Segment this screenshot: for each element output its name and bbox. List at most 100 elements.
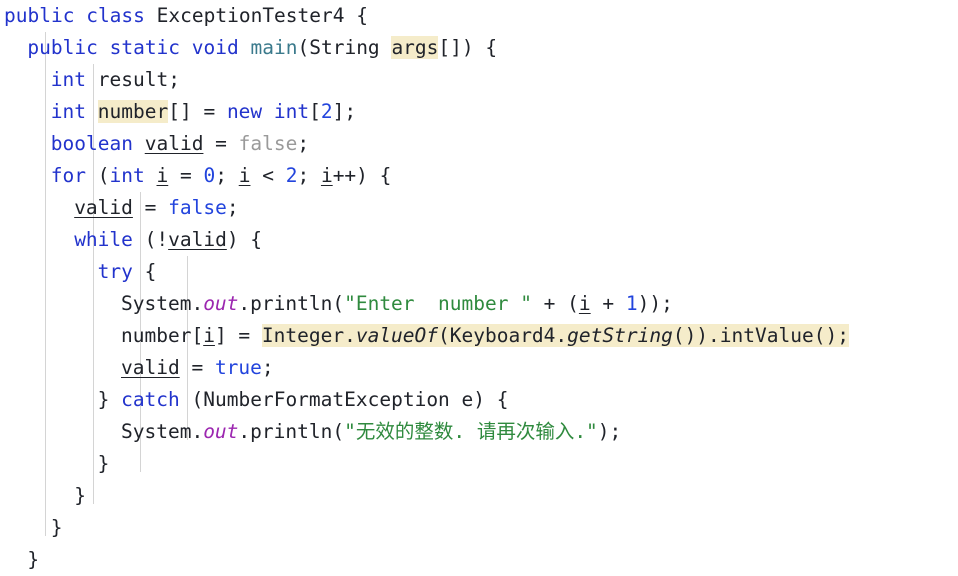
code-token: true: [214, 356, 262, 379]
code-token: for: [50, 164, 87, 187]
code-token: []) {: [438, 36, 498, 59]
code-token: String: [309, 36, 380, 59]
code-token: ) {: [226, 228, 263, 251]
code-line[interactable]: valid = true;: [0, 352, 958, 384]
code-token: new: [226, 100, 263, 123]
code-editor-surface[interactable]: public class ExceptionTester4 {public st…: [0, 0, 958, 571]
code-token: 1: [625, 292, 638, 315]
code-token: i: [320, 164, 333, 187]
code-token: while: [74, 228, 133, 251]
code-token: [] =: [168, 100, 227, 123]
code-lines[interactable]: public class ExceptionTester4 {public st…: [0, 0, 958, 576]
code-line[interactable]: while (!valid) {: [0, 224, 958, 256]
code-line[interactable]: }: [0, 544, 958, 576]
code-token: valid: [74, 196, 133, 219]
code-line[interactable]: }: [0, 512, 958, 544]
code-token: number[: [121, 324, 204, 347]
code-token: int: [109, 164, 145, 187]
code-token: }: [97, 452, 110, 475]
code-token: args: [391, 36, 439, 59]
code-token: int: [273, 100, 310, 123]
code-token: ;: [215, 164, 239, 187]
code-token: =: [132, 196, 169, 219]
code-token: valid: [121, 356, 180, 379]
code-token: i: [156, 164, 169, 187]
code-token: int: [50, 68, 87, 91]
code-token: }: [74, 484, 86, 507]
code-token: ] =: [214, 324, 262, 347]
code-token: boolean: [50, 132, 133, 155]
code-token: }: [50, 516, 63, 539]
code-token: getString: [567, 324, 673, 347]
code-line[interactable]: boolean valid = false;: [0, 128, 958, 160]
code-line[interactable]: try {: [0, 256, 958, 288]
code-token: valid: [144, 132, 204, 155]
code-token: result;: [86, 68, 180, 91]
code-line[interactable]: number[i] = Integer.valueOf(Keyboard4.ge…: [0, 320, 958, 352]
code-token: System.: [121, 292, 204, 315]
code-line[interactable]: public class ExceptionTester4 {: [0, 0, 958, 32]
code-token: ;: [261, 356, 274, 379]
code-token: ;: [297, 132, 310, 155]
code-token: <: [250, 164, 286, 187]
code-token: ];: [332, 100, 357, 123]
code-token: Integer.: [261, 324, 356, 347]
code-token: .println(: [238, 420, 345, 443]
code-token: "Enter number ": [344, 292, 532, 315]
code-token: class: [86, 4, 145, 27]
code-token: i: [578, 292, 591, 315]
code-token: valueOf: [355, 324, 439, 347]
code-line[interactable]: }: [0, 448, 958, 480]
code-token: (: [297, 36, 310, 59]
code-line[interactable]: System.out.println("Enter number " + (i …: [0, 288, 958, 320]
code-token: System.: [121, 420, 204, 443]
code-token: int: [50, 100, 87, 123]
code-line[interactable]: System.out.println("无效的整数. 请再次输入.");: [0, 416, 958, 448]
code-token: }: [97, 388, 122, 411]
code-token: =: [168, 164, 204, 187]
code-token: out: [203, 292, 239, 315]
code-token: ;: [297, 164, 321, 187]
code-line[interactable]: for (int i = 0; i < 2; i++) {: [0, 160, 958, 192]
code-token: ++) {: [332, 164, 392, 187]
code-token: =: [179, 356, 215, 379]
code-token: ;: [226, 196, 239, 219]
code-token: 2: [285, 164, 298, 187]
code-token: ()).intValue();: [672, 324, 849, 347]
code-token: public: [27, 36, 98, 59]
code-token: false: [238, 132, 298, 155]
code-token: 2: [320, 100, 333, 123]
code-token: static: [109, 36, 181, 59]
code-line[interactable]: } catch (NumberFormatException e) {: [0, 384, 958, 416]
code-token: =: [203, 132, 239, 155]
code-token: catch: [121, 388, 180, 411]
code-token: {: [132, 260, 157, 283]
code-token: (Keyboard4.: [438, 324, 568, 347]
code-token: );: [597, 420, 622, 443]
code-line[interactable]: public static void main(String args[]) {: [0, 32, 958, 64]
code-token: .println(: [238, 292, 345, 315]
code-line[interactable]: int number[] = new int[2];: [0, 96, 958, 128]
code-token: number: [97, 100, 169, 123]
code-token: out: [203, 420, 239, 443]
code-token: false: [168, 196, 227, 219]
code-token: (: [86, 164, 110, 187]
code-token: try: [97, 260, 133, 283]
code-line[interactable]: }: [0, 480, 958, 512]
code-token: {: [344, 4, 368, 27]
code-token: 0: [203, 164, 216, 187]
code-token: }: [27, 548, 40, 571]
code-line[interactable]: int result;: [0, 64, 958, 96]
code-line[interactable]: valid = false;: [0, 192, 958, 224]
code-token: (NumberFormatException e) {: [179, 388, 509, 411]
code-token: i: [203, 324, 215, 347]
